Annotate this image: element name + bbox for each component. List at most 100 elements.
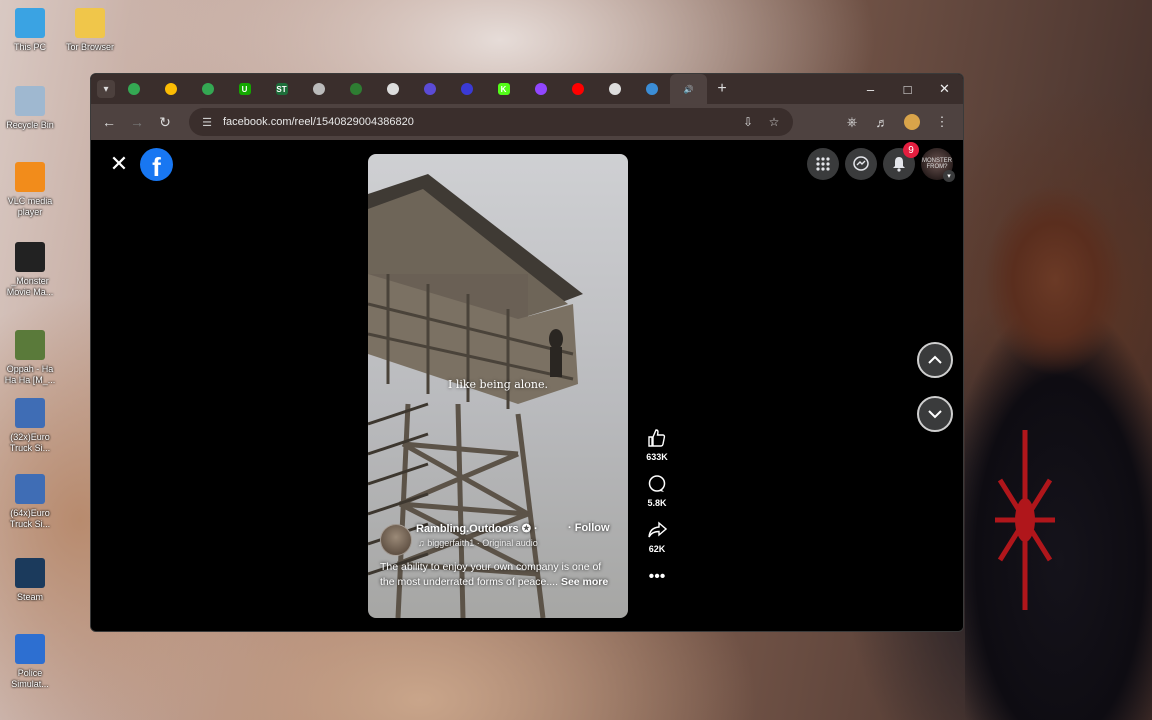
address-bar[interactable]: ☰ facebook.com/reel/1540829004386820 ⇩ ☆ [189, 108, 793, 136]
audio-tab-icon: 🔊 [683, 84, 694, 94]
notification-badge: 9 [903, 142, 919, 158]
desktop-icon[interactable]: (32x)Euro Truck Si... [0, 398, 60, 454]
st-icon: ST [275, 83, 288, 95]
desktop-icon[interactable]: Recycle Bin [0, 86, 60, 131]
globe-icon [312, 83, 325, 95]
browser-tab[interactable]: ST [263, 74, 300, 104]
desktop-app-icon [15, 634, 45, 664]
browser-tab[interactable] [559, 74, 596, 104]
facebook-logo-icon[interactable]: f [140, 148, 173, 181]
new-tab-button[interactable]: + [707, 80, 737, 98]
comment-action[interactable]: 5.8K [643, 474, 671, 508]
desktop-icon[interactable]: VLC media player [0, 162, 60, 218]
browser-tab[interactable] [189, 74, 226, 104]
messenger-icon[interactable] [845, 148, 877, 180]
browser-tab[interactable]: K [485, 74, 522, 104]
browser-tab[interactable] [448, 74, 485, 104]
browser-tab[interactable] [596, 74, 633, 104]
desktop-icon[interactable]: _Monster Movie Ma... [0, 242, 60, 298]
media-control-icon[interactable]: ♬ [867, 108, 897, 136]
menu-kebab-icon[interactable]: ⋮ [927, 108, 957, 136]
search-tab-icon [645, 83, 658, 95]
follow-button[interactable]: · Follow [568, 522, 610, 534]
sparkle-icon [608, 83, 621, 95]
minimize-button[interactable]: – [852, 74, 889, 104]
next-reel-button[interactable] [917, 396, 953, 432]
upwork-icon: U [238, 83, 251, 95]
desktop-icon[interactable]: This PC [0, 8, 60, 53]
like-count: 633K [646, 452, 668, 462]
forward-button[interactable]: → [123, 108, 151, 136]
share-icon[interactable] [643, 520, 671, 542]
tab-strip: ▾ U ST K 🔊 + – □ ✕ [91, 74, 963, 104]
browser-toolbar: ← → ↻ ☰ facebook.com/reel/15408290043868… [91, 104, 963, 140]
kick-icon: K [497, 83, 510, 95]
desktop-icon[interactable]: (64x)Euro Truck Si... [0, 474, 60, 530]
install-app-icon[interactable]: ⇩ [735, 108, 761, 136]
audio-credit[interactable]: ♫ biggerfaith1 · Original audio [418, 538, 538, 548]
tab-search-dropdown[interactable]: ▾ [97, 80, 115, 98]
author-name[interactable]: Rambling.Outdoors ✪ · [416, 522, 538, 535]
desktop-icon-label: Steam [16, 592, 43, 602]
window-controls: – □ ✕ [852, 74, 963, 104]
browser-tab[interactable] [374, 74, 411, 104]
reload-button[interactable]: ↻ [151, 108, 179, 136]
desktop-app-icon [15, 242, 45, 272]
desktop-icon[interactable]: Oppah - Ha Ha Ha [M_... [0, 330, 60, 386]
share-action[interactable]: 62K [643, 520, 671, 554]
thumbs-up-icon[interactable] [643, 428, 671, 450]
desktop-icon-label: (32x)Euro Truck Si... [9, 432, 51, 453]
desktop-icon[interactable]: Tor Browser [60, 8, 120, 53]
google-drive-icon [127, 83, 140, 95]
desktop-icon[interactable]: Police Simulat... [0, 634, 60, 690]
see-more-link[interactable]: See more [561, 576, 608, 588]
browser-tab[interactable] [633, 74, 670, 104]
account-avatar[interactable]: MONSTER FROM? ▾ [921, 148, 955, 182]
desktop-icon-label: Tor Browser [65, 42, 114, 52]
desktop-app-icon [15, 8, 45, 38]
header-actions: 9 MONSTER FROM? ▾ [807, 142, 955, 182]
desktop-app-icon [15, 86, 45, 116]
reel-video[interactable]: I like being alone. Rambling.Outdoors ✪ … [368, 154, 628, 618]
back-button[interactable]: ← [95, 108, 123, 136]
browser-tab[interactable] [152, 74, 189, 104]
desktop-app-icon [75, 8, 105, 38]
desktop-icon[interactable]: Steam [0, 558, 60, 603]
browser-tab[interactable]: 🔊 [670, 74, 707, 104]
previous-reel-button[interactable] [917, 342, 953, 378]
desktop-app-icon [15, 398, 45, 428]
reel-overlay-text: I like being alone. [447, 378, 549, 391]
browser-tab[interactable] [522, 74, 559, 104]
more-options-icon[interactable]: ••• [643, 566, 671, 588]
google-drive-icon [164, 83, 177, 95]
extensions-icon[interactable]: ⎈ [837, 108, 867, 136]
author-avatar[interactable] [380, 524, 412, 556]
desktop-icon-label: _Monster Movie Ma... [6, 276, 54, 297]
browser-tab[interactable] [300, 74, 337, 104]
close-reel-button[interactable]: ✕ [105, 150, 133, 178]
comment-icon[interactable] [643, 474, 671, 496]
desktop-app-icon [15, 558, 45, 588]
notifications-bell-icon[interactable]: 9 [883, 142, 919, 180]
like-action[interactable]: 633K [643, 428, 671, 462]
browser-tab[interactable] [115, 74, 152, 104]
close-window-button[interactable]: ✕ [926, 74, 963, 104]
browser-tab[interactable]: U [226, 74, 263, 104]
desktop-icon-label: VLC media player [7, 196, 53, 217]
browser-tab[interactable] [411, 74, 448, 104]
site-info-icon[interactable]: ☰ [195, 116, 219, 129]
desktop-icon-label: Recycle Bin [6, 120, 54, 130]
profile-icon[interactable] [897, 108, 927, 136]
avatar-text: MONSTER FROM? [922, 158, 952, 170]
desktop-app-icon [15, 162, 45, 192]
url-text[interactable]: facebook.com/reel/1540829004386820 [223, 116, 414, 128]
share-count: 62K [648, 544, 666, 554]
gem-icon [460, 83, 473, 95]
maximize-button[interactable]: □ [889, 74, 926, 104]
bookmark-star-icon[interactable]: ☆ [761, 108, 787, 136]
browser-tab[interactable] [337, 74, 374, 104]
menu-grid-icon[interactable] [807, 148, 839, 180]
desktop-icon-label: Police Simulat... [11, 668, 49, 689]
chevron-up-icon [928, 355, 942, 364]
desktop-icon-label: Oppah - Ha Ha Ha [M_... [4, 364, 56, 385]
